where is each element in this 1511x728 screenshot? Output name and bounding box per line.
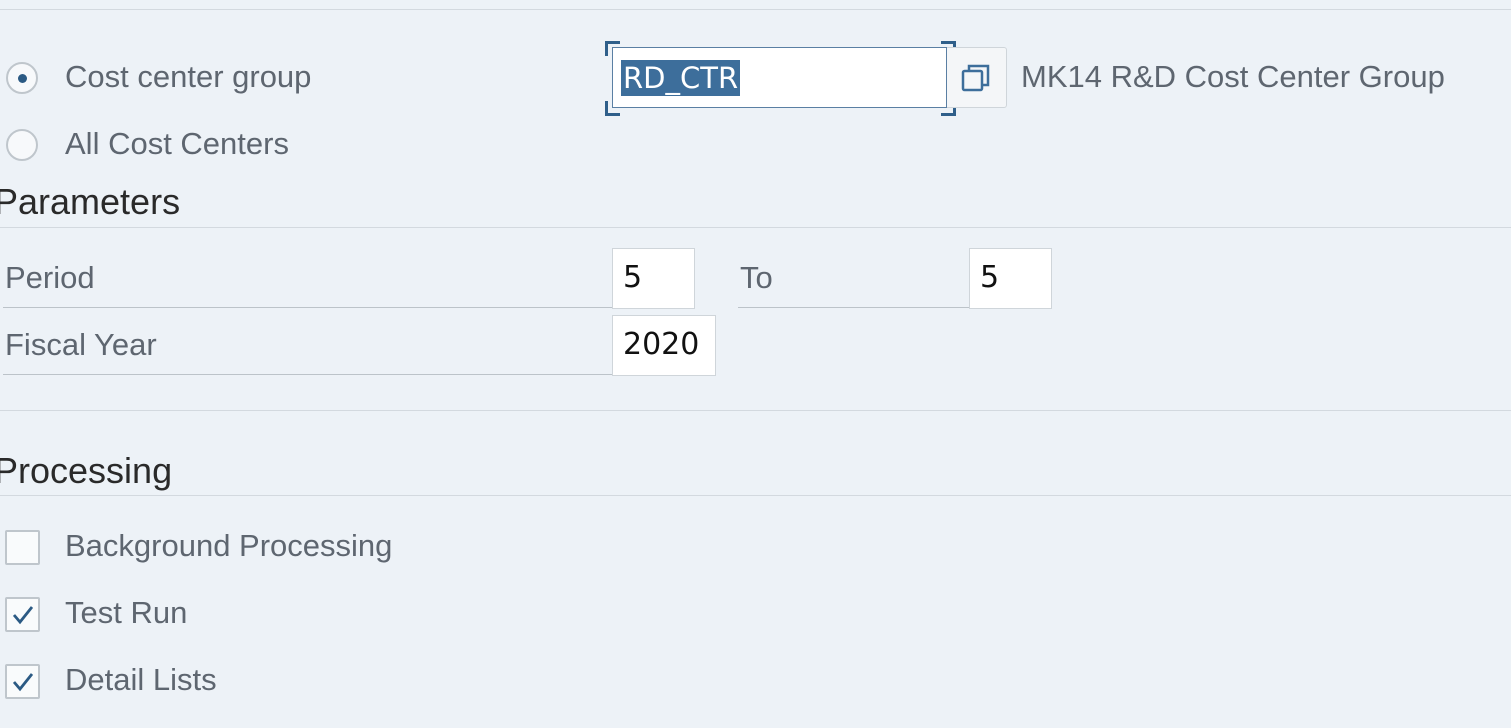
cost-center-group-input[interactable]: RD_CTR [612, 47, 947, 108]
value-help-icon [961, 64, 990, 92]
selection-screen: Cost center group RD_CTR MK14 R&D Cost C… [0, 0, 1511, 728]
fiscal-year-label: Fiscal Year [5, 327, 157, 362]
checkmark-icon [12, 673, 34, 692]
parameters-divider [0, 227, 1511, 228]
to-label-underline [738, 307, 971, 308]
test-run-checkbox[interactable] [5, 597, 40, 632]
fiscal-year-input[interactable]: 2020 [612, 315, 716, 376]
all-cost-centers-label: All Cost Centers [65, 126, 289, 161]
value-help-button[interactable] [947, 47, 1007, 108]
test-run-label: Test Run [65, 595, 188, 630]
background-processing-checkbox[interactable] [5, 530, 40, 565]
all-cost-centers-radio[interactable] [6, 129, 38, 161]
cost-center-group-value: RD_CTR [621, 60, 741, 96]
period-to-input[interactable]: 5 [969, 248, 1052, 309]
section-divider [0, 410, 1511, 411]
fiscal-year-label-underline [3, 374, 615, 375]
cost-center-group-label: Cost center group [65, 59, 312, 94]
cost-center-group-description: MK14 R&D Cost Center Group [1021, 59, 1445, 94]
period-from-input[interactable]: 5 [612, 248, 695, 309]
parameters-title: Parameters [0, 181, 181, 222]
focus-corner [605, 41, 620, 56]
period-label-underline [3, 307, 615, 308]
to-label: To [740, 260, 773, 295]
processing-title: Processing [0, 450, 173, 491]
focus-corner [605, 101, 620, 116]
period-label: Period [5, 260, 95, 295]
checkmark-icon [12, 606, 34, 625]
detail-lists-label: Detail Lists [65, 662, 217, 697]
processing-divider [0, 495, 1511, 496]
detail-lists-checkbox[interactable] [5, 664, 40, 699]
cost-center-group-radio[interactable] [6, 62, 38, 94]
top-divider [0, 9, 1511, 10]
background-processing-label: Background Processing [65, 528, 393, 563]
